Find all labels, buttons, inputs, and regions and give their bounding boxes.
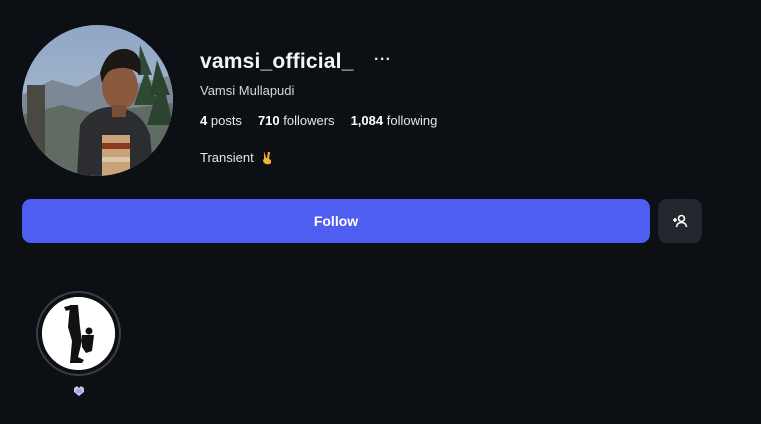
bio-text: Transient: [200, 150, 254, 165]
profile-stats: 4 posts 710 followers 1,084 following: [200, 113, 437, 128]
following-count: 1,084: [350, 113, 384, 128]
victory-hand-emoji-icon: [262, 151, 271, 164]
kick-silhouette-icon: [42, 297, 115, 370]
followers-count: 710: [257, 113, 280, 128]
follow-button[interactable]: Follow: [22, 199, 650, 243]
person-add-icon: [673, 214, 688, 228]
profile-bio: Transient: [200, 150, 274, 165]
story-highlight[interactable]: [36, 291, 121, 376]
following-label: following: [386, 113, 438, 128]
profile-username: vamsi_official_: [200, 50, 354, 73]
profile-page: vamsi_official_ ··· Vamsi Mullapudi 4 po…: [0, 0, 761, 424]
followers-stat[interactable]: 710 followers: [258, 113, 335, 128]
posts-count: 4: [200, 113, 208, 128]
followers-label: followers: [283, 113, 335, 128]
highlight-cover: [42, 297, 115, 370]
profile-avatar[interactable]: [22, 25, 173, 176]
avatar-photo: [22, 25, 173, 176]
following-stat[interactable]: 1,084 following: [351, 113, 438, 128]
more-options-icon[interactable]: ···: [374, 51, 391, 69]
highlight-label-emoji-icon: [74, 386, 84, 396]
profile-full-name: Vamsi Mullapudi: [200, 83, 295, 98]
posts-stat: 4 posts: [200, 113, 242, 128]
add-user-button[interactable]: [658, 199, 702, 243]
posts-label: posts: [210, 113, 242, 128]
